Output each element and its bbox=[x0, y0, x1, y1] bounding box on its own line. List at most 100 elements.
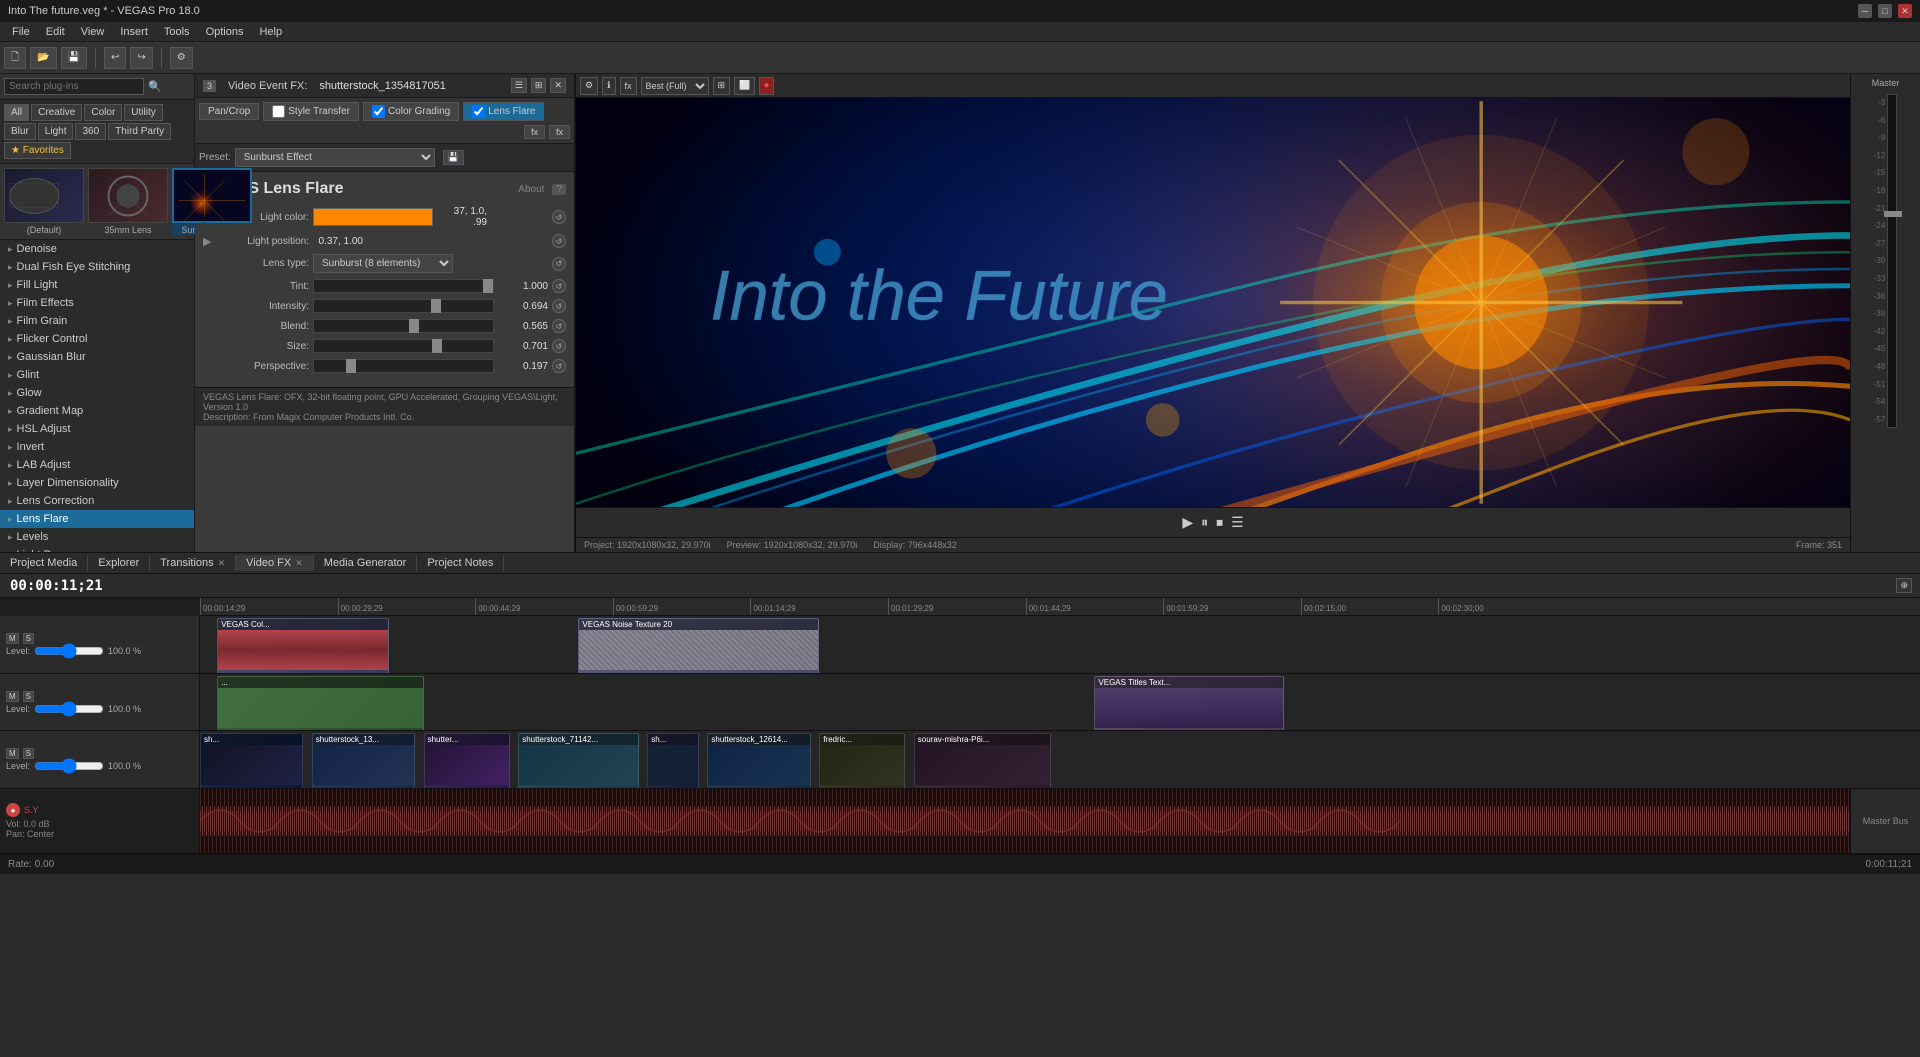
plugin-flicker-control[interactable]: ▸Flicker Control bbox=[0, 330, 194, 348]
play-button[interactable]: ▶ bbox=[1182, 514, 1193, 531]
preview-quality-select[interactable]: Best (Full) Good (Full) Draft (Full) Bes… bbox=[641, 77, 709, 95]
clip-noise-texture[interactable]: VEGAS Noise Texture 20 bbox=[578, 618, 819, 673]
param-reset-light-color[interactable]: ↺ bbox=[552, 210, 566, 224]
tab-media-generator[interactable]: Media Generator bbox=[314, 555, 418, 571]
preview-overlay-btn[interactable]: ⊞ bbox=[713, 77, 731, 95]
save-button[interactable]: 💾 bbox=[61, 47, 87, 69]
tab-explorer[interactable]: Explorer bbox=[88, 555, 150, 571]
track-2-solo[interactable]: S bbox=[23, 691, 34, 702]
menu-options[interactable]: Options bbox=[198, 26, 252, 38]
blend-slider[interactable] bbox=[313, 319, 494, 333]
new-button[interactable]: 🗋 bbox=[4, 47, 26, 69]
open-button[interactable]: 📂 bbox=[30, 47, 56, 69]
style-transfer-checkbox[interactable] bbox=[272, 105, 285, 118]
menu-tools[interactable]: Tools bbox=[156, 26, 198, 38]
fx-tab-pan-crop[interactable]: Pan/Crop bbox=[199, 103, 259, 120]
plugin-film-effects[interactable]: ▸Film Effects bbox=[0, 294, 194, 312]
tab-third-party[interactable]: Third Party bbox=[108, 123, 171, 140]
plugin-dual-fish-eye[interactable]: ▸Dual Fish Eye Stitching bbox=[0, 258, 194, 276]
preview-split-btn[interactable]: ⬜ bbox=[734, 77, 755, 95]
track-3-mute[interactable]: M bbox=[6, 748, 19, 759]
clip-sh3[interactable]: sh... bbox=[647, 733, 699, 788]
master-fader-thumb[interactable] bbox=[1884, 211, 1902, 217]
fx-about-btn[interactable]: About bbox=[518, 184, 544, 195]
fx-help-btn[interactable]: ? bbox=[552, 184, 566, 195]
tab-light[interactable]: Light bbox=[38, 123, 74, 140]
redo-button[interactable]: ↪ bbox=[130, 47, 152, 69]
pause-button[interactable]: ⏸ bbox=[1201, 514, 1208, 531]
tab-360[interactable]: 360 bbox=[75, 123, 106, 140]
clip-sh1[interactable]: sh... bbox=[200, 733, 303, 788]
track-1-mute[interactable]: M bbox=[6, 633, 19, 644]
minimize-button[interactable]: ─ bbox=[1858, 4, 1872, 18]
search-icon[interactable]: 🔍 bbox=[148, 80, 162, 93]
menu-view[interactable]: View bbox=[73, 26, 113, 38]
tab-transitions[interactable]: Transitions ✕ bbox=[150, 555, 236, 571]
perspective-slider[interactable] bbox=[313, 359, 494, 373]
plugin-gaussian-blur[interactable]: ▸Gaussian Blur bbox=[0, 348, 194, 366]
tab-favorites[interactable]: ★ Favorites bbox=[4, 142, 71, 159]
tab-all[interactable]: All bbox=[4, 104, 29, 121]
clip-vegas-color[interactable]: VEGAS Col... bbox=[217, 618, 389, 673]
tab-utility[interactable]: Utility bbox=[124, 104, 162, 121]
stop-button[interactable]: ⏹ bbox=[1216, 514, 1223, 531]
plugin-levels[interactable]: ▸Levels bbox=[0, 528, 194, 546]
clip-shutterstock12614[interactable]: shutterstock_12614... bbox=[707, 733, 810, 788]
plugin-lens-correction[interactable]: ▸Lens Correction bbox=[0, 492, 194, 510]
tab-color[interactable]: Color bbox=[84, 104, 122, 121]
preset-select[interactable]: Sunburst Effect Standard Flare Anamorphi… bbox=[235, 148, 435, 167]
plugin-layer-dimensionality[interactable]: ▸Layer Dimensionality bbox=[0, 474, 194, 492]
param-reset-blend[interactable]: ↺ bbox=[552, 319, 566, 333]
close-video-fx[interactable]: ✕ bbox=[295, 558, 303, 569]
plugin-fill-light[interactable]: ▸Fill Light bbox=[0, 276, 194, 294]
preset-save-btn[interactable]: 💾 bbox=[443, 150, 464, 165]
menu-insert[interactable]: Insert bbox=[112, 26, 156, 38]
tab-creative[interactable]: Creative bbox=[31, 104, 82, 121]
color-swatch-light[interactable] bbox=[313, 208, 433, 226]
settings-button[interactable]: ⚙ bbox=[170, 47, 193, 69]
fx-tab-style-transfer[interactable]: Style Transfer bbox=[263, 102, 359, 121]
preview-fx-btn[interactable]: fx bbox=[620, 77, 637, 95]
fx-tab-lens-flare[interactable]: Lens Flare bbox=[463, 102, 544, 121]
fx-close-btn[interactable]: ✕ bbox=[550, 78, 566, 93]
tab-video-fx[interactable]: Video FX ✕ bbox=[236, 555, 314, 571]
clip-sourav[interactable]: sourav-mishra-P6i... bbox=[914, 733, 1052, 788]
plugin-lab-adjust[interactable]: ▸LAB Adjust bbox=[0, 456, 194, 474]
fx-tab-color-grading[interactable]: Color Grading bbox=[363, 102, 459, 121]
clip-shutterstock13[interactable]: shutterstock_13... bbox=[312, 733, 415, 788]
menu-edit[interactable]: Edit bbox=[38, 26, 73, 38]
color-grading-checkbox[interactable] bbox=[372, 105, 385, 118]
fx-chain-btn[interactable]: fx bbox=[549, 125, 570, 139]
preview-info-btn[interactable]: ℹ bbox=[602, 77, 615, 95]
plugin-invert[interactable]: ▸Invert bbox=[0, 438, 194, 456]
menu-file[interactable]: File bbox=[4, 26, 38, 38]
close-transitions[interactable]: ✕ bbox=[218, 558, 226, 569]
param-reset-intensity[interactable]: ↺ bbox=[552, 299, 566, 313]
undo-button[interactable]: ↩ bbox=[104, 47, 126, 69]
fx-animate-btn[interactable]: fx bbox=[524, 125, 545, 139]
clip-shutter2[interactable]: shutter... bbox=[424, 733, 510, 788]
clip-shutterstock71[interactable]: shutterstock_71142... bbox=[518, 733, 638, 788]
track-1-solo[interactable]: S bbox=[23, 633, 34, 644]
preview-record-btn[interactable]: ⏺ bbox=[759, 77, 774, 95]
clip-track2-1[interactable]: ... bbox=[217, 676, 423, 731]
fx-list-view[interactable]: ☰ bbox=[511, 78, 527, 93]
param-reset-tint[interactable]: ↺ bbox=[552, 279, 566, 293]
tab-project-media[interactable]: Project Media bbox=[0, 555, 88, 571]
param-expand-light-position[interactable]: ▶ bbox=[203, 235, 215, 248]
param-reset-light-position[interactable]: ↺ bbox=[552, 234, 566, 248]
menu-help[interactable]: Help bbox=[251, 26, 290, 38]
track-1-level-slider[interactable] bbox=[34, 646, 104, 656]
tint-slider[interactable] bbox=[313, 279, 494, 293]
plugin-denoise[interactable]: ▸Denoise bbox=[0, 240, 194, 258]
loop-button[interactable]: ☰ bbox=[1231, 514, 1244, 531]
track-2-mute[interactable]: M bbox=[6, 691, 19, 702]
plugin-glint[interactable]: ▸Glint bbox=[0, 366, 194, 384]
close-button[interactable]: ✕ bbox=[1898, 4, 1912, 18]
size-slider[interactable] bbox=[313, 339, 494, 353]
search-input[interactable] bbox=[4, 78, 144, 95]
lens-flare-checkbox[interactable] bbox=[472, 105, 485, 118]
fx-grid-view[interactable]: ⊞ bbox=[531, 78, 547, 93]
intensity-slider[interactable] bbox=[313, 299, 494, 313]
maximize-button[interactable]: □ bbox=[1878, 4, 1892, 18]
